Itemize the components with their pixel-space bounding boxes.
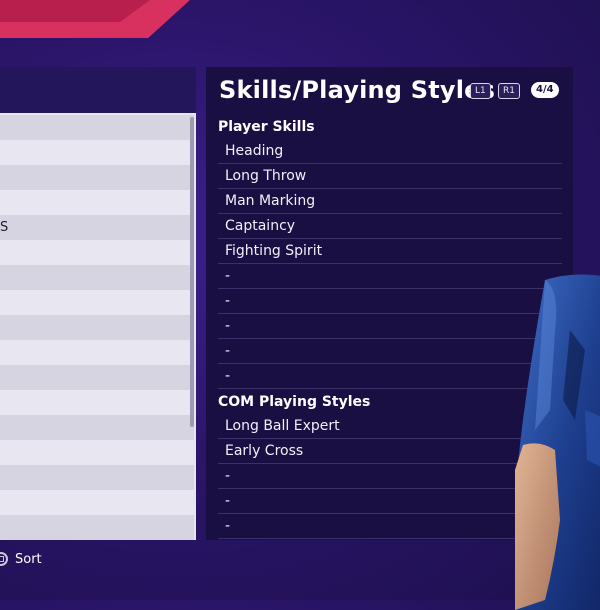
r1-button[interactable]: R1 (498, 83, 520, 99)
skill-item: - (218, 289, 562, 314)
skill-item: - (218, 264, 562, 289)
skill-item: Captaincy (218, 214, 562, 239)
list-item[interactable] (0, 265, 194, 290)
skill-item: Heading (218, 139, 562, 164)
skill-item: - (218, 314, 562, 339)
list-item[interactable] (0, 440, 194, 465)
list-item[interactable] (0, 290, 194, 315)
com-styles-list: Long Ball Expert Early Cross - - - (218, 414, 562, 539)
list-item[interactable] (0, 465, 194, 490)
player-render-image (515, 274, 600, 610)
skill-item: - (218, 364, 562, 389)
list-item[interactable] (0, 165, 194, 190)
l1-button[interactable]: L1 (470, 83, 491, 99)
style-item: - (218, 464, 562, 489)
skill-item: - (218, 339, 562, 364)
list-item[interactable] (0, 240, 194, 265)
sort-hint[interactable]: Sort (0, 550, 42, 568)
list-item[interactable] (0, 515, 194, 540)
com-styles-heading: COM Playing Styles (218, 394, 371, 410)
player-skills-heading: Player Skills (218, 119, 315, 135)
player-list-panel: S (0, 67, 196, 540)
list-item[interactable] (0, 340, 194, 365)
page-indicator: 4/4 (531, 82, 559, 98)
list-item[interactable] (0, 115, 194, 140)
list-item[interactable] (0, 190, 194, 215)
style-item: - (218, 514, 562, 539)
style-item: - (218, 489, 562, 514)
player-list-header (0, 67, 196, 113)
skill-item: Man Marking (218, 189, 562, 214)
list-item[interactable] (0, 490, 194, 515)
style-item: Early Cross (218, 439, 562, 464)
player-skills-list: Heading Long Throw Man Marking Captaincy… (218, 139, 562, 389)
list-item[interactable] (0, 415, 194, 440)
list-item[interactable] (0, 365, 194, 390)
panel-title: Skills/Playing Styles (219, 76, 496, 104)
list-scrollbar[interactable] (190, 117, 194, 427)
player-list-rows: S (0, 115, 194, 540)
style-item: Long Ball Expert (218, 414, 562, 439)
list-item[interactable] (0, 315, 194, 340)
list-item[interactable] (0, 140, 194, 165)
skill-item: Fighting Spirit (218, 239, 562, 264)
square-button-icon (0, 552, 8, 566)
list-item[interactable] (0, 390, 194, 415)
list-item[interactable]: S (0, 215, 194, 240)
skill-item: Long Throw (218, 164, 562, 189)
sort-label: Sort (15, 551, 42, 567)
